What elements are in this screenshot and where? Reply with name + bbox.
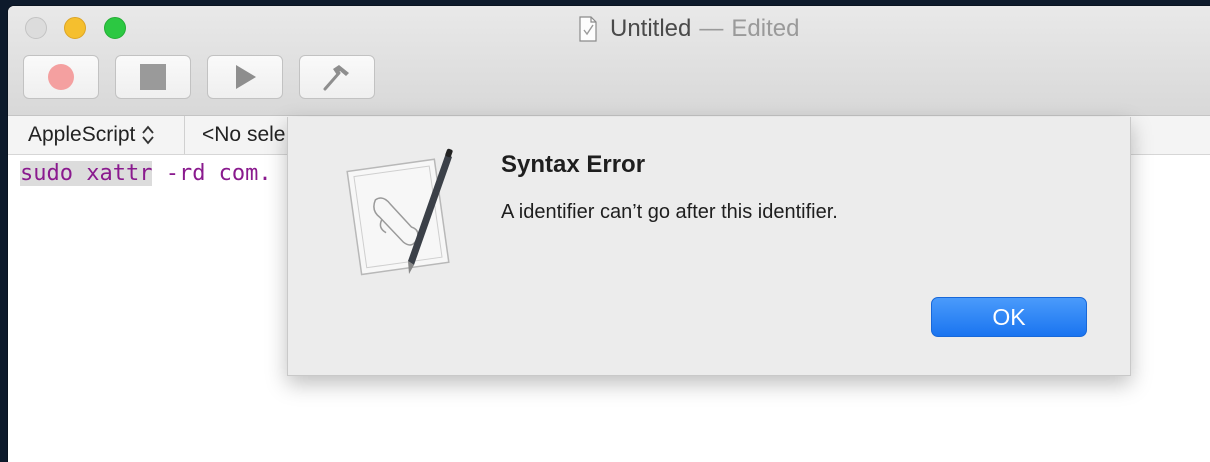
- desktop-background: [0, 0, 8, 462]
- updown-chevron-icon: [142, 125, 155, 145]
- stop-button[interactable]: [115, 55, 191, 99]
- alert-message: A identifier can’t go after this identif…: [501, 201, 838, 223]
- alert-title: Syntax Error: [501, 151, 646, 178]
- ok-button[interactable]: OK: [931, 297, 1087, 337]
- close-window-button[interactable]: [25, 17, 47, 39]
- script-editor-icon: [346, 148, 453, 276]
- compile-button[interactable]: [299, 55, 375, 99]
- run-button[interactable]: [207, 55, 283, 99]
- zoom-window-button[interactable]: [104, 17, 126, 39]
- hammer-icon: [323, 65, 349, 91]
- syntax-error-alert: Syntax Error A identifier can’t go after…: [287, 117, 1131, 376]
- window-title-text: Untitled: [610, 15, 692, 42]
- window-title-separator: —: [699, 15, 724, 42]
- window-title-status: Edited: [731, 15, 800, 42]
- navbar-divider: [184, 116, 185, 154]
- element-selector-popup[interactable]: <No sele: [202, 123, 285, 147]
- language-label: AppleScript: [28, 123, 136, 146]
- minimize-window-button[interactable]: [64, 17, 86, 39]
- title-bar: Untitled — Edited: [8, 6, 1210, 116]
- language-popup[interactable]: AppleScript: [28, 123, 155, 147]
- code-selected-text: sudo xattr: [20, 161, 153, 186]
- record-icon: [48, 64, 74, 90]
- document-icon: [579, 16, 597, 42]
- code-text: -rd com.: [152, 161, 272, 186]
- window-title: Untitled — Edited: [578, 15, 800, 42]
- play-icon: [236, 65, 256, 89]
- stop-icon: [140, 64, 166, 90]
- code-line: sudo xattr -rd com.: [20, 161, 272, 186]
- record-button[interactable]: [23, 55, 99, 99]
